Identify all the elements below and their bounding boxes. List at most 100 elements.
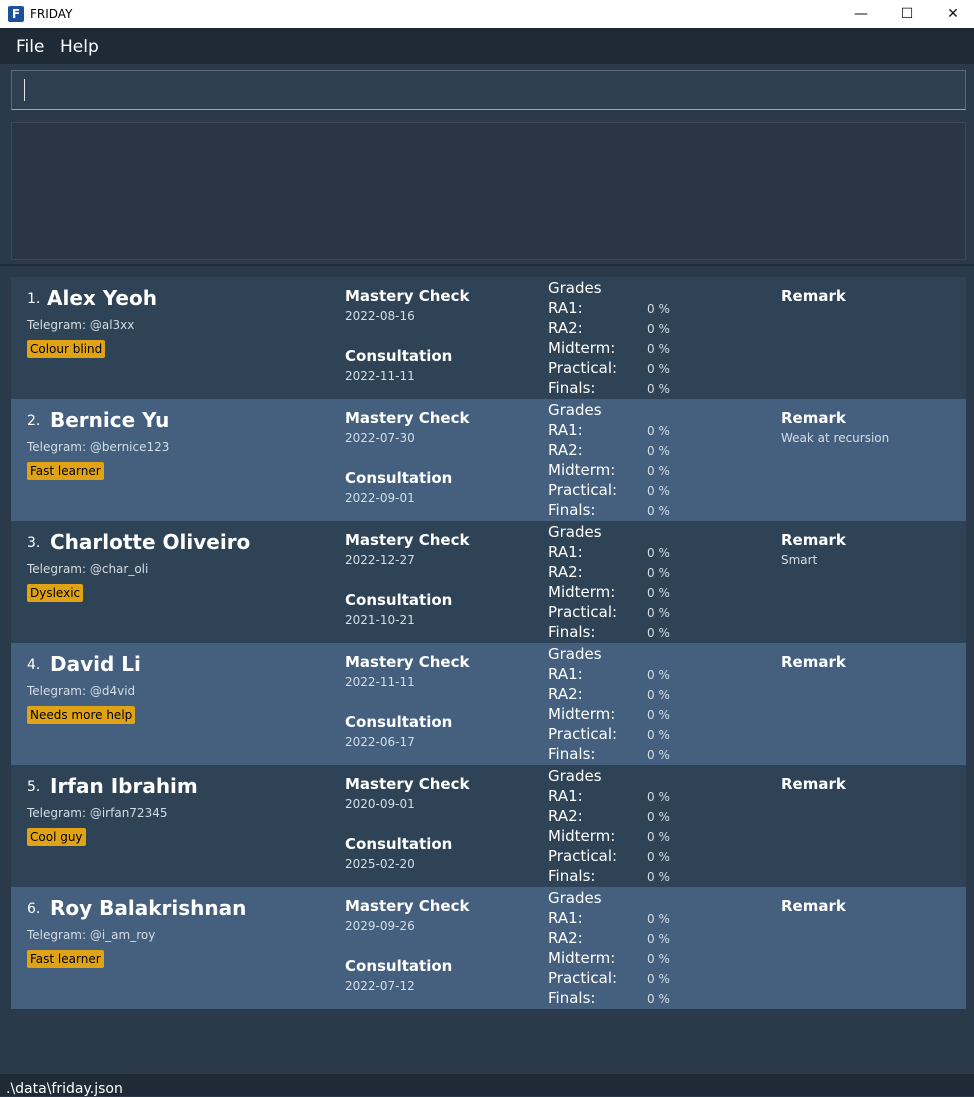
grade-value: 0 %	[647, 626, 670, 640]
maximize-button[interactable]: ☐	[884, 0, 930, 28]
grade-value: 0 %	[647, 728, 670, 742]
telegram-handle: Telegram: @al3xx	[27, 318, 135, 332]
student-tag: Needs more help	[27, 706, 136, 724]
grades-label: Grades	[548, 523, 602, 541]
grades-label: Grades	[548, 645, 602, 663]
student-index: 2.	[27, 413, 41, 429]
grades-label: Grades	[548, 279, 602, 297]
consultation-label: Consultation	[345, 347, 453, 365]
grade-name: Finals:	[548, 379, 596, 397]
student-name: Alex Yeoh	[47, 286, 157, 310]
grade-name: Midterm:	[548, 827, 616, 845]
student-card[interactable]: 1. Alex Yeoh Telegram: @al3xx Colour blind M…	[11, 277, 966, 399]
command-input[interactable]	[11, 70, 966, 110]
grade-name: RA1:	[548, 787, 583, 805]
student-tag: Fast learner	[27, 950, 104, 968]
remark-label: Remark	[781, 531, 846, 549]
mastery-check-label: Mastery Check	[345, 897, 470, 915]
consultation-label: Consultation	[345, 957, 453, 975]
telegram-handle: Telegram: @irfan72345	[27, 806, 168, 820]
grade-name: RA1:	[548, 299, 583, 317]
student-name: Charlotte Oliveiro	[50, 530, 251, 554]
text-cursor	[24, 79, 25, 101]
grade-value: 0 %	[647, 566, 670, 580]
grade-name: Finals:	[548, 623, 596, 641]
window-title: FRIDAY	[30, 7, 73, 21]
minimize-button[interactable]: —	[838, 0, 884, 28]
student-index: 6.	[27, 901, 41, 917]
student-list[interactable]: 1. Alex Yeoh Telegram: @al3xx Colour blind M…	[11, 277, 966, 1009]
grade-value: 0 %	[647, 424, 670, 438]
save-location: .\data\friday.json	[6, 1081, 123, 1097]
grade-name: RA1:	[548, 543, 583, 561]
window-title-bar: F FRIDAY — ☐ ✕	[0, 0, 974, 28]
grade-value: 0 %	[647, 708, 670, 722]
mastery-check-date: 2022-12-27	[345, 553, 415, 567]
student-card[interactable]: 3. Charlotte Oliveiro Telegram: @char_oli D…	[11, 521, 966, 643]
grade-value: 0 %	[647, 810, 670, 824]
mastery-check-date: 2029-09-26	[345, 919, 415, 933]
consultation-date: 2022-11-11	[345, 369, 415, 383]
close-button[interactable]: ✕	[930, 0, 974, 28]
grade-name: Practical:	[548, 725, 618, 743]
grade-name: RA1:	[548, 909, 583, 927]
grade-value: 0 %	[647, 912, 670, 926]
grade-name: Midterm:	[548, 705, 616, 723]
remark-text: Weak at recursion	[781, 431, 890, 445]
grade-value: 0 %	[647, 668, 670, 682]
grade-value: 0 %	[647, 322, 670, 336]
grade-value: 0 %	[647, 484, 670, 498]
grade-name: Practical:	[548, 847, 618, 865]
grade-value: 0 %	[647, 586, 670, 600]
telegram-handle: Telegram: @bernice123	[27, 440, 170, 454]
consultation-date: 2021-10-21	[345, 613, 415, 627]
student-card[interactable]: 4. David Li Telegram: @d4vid Needs more hel…	[11, 643, 966, 765]
consultation-label: Consultation	[345, 469, 453, 487]
grades-label: Grades	[548, 889, 602, 907]
student-card[interactable]: 5. Irfan Ibrahim Telegram: @irfan72345 Cool…	[11, 765, 966, 887]
grade-name: Midterm:	[548, 461, 616, 479]
grade-value: 0 %	[647, 606, 670, 620]
student-tag: Dyslexic	[27, 584, 84, 602]
grade-value: 0 %	[647, 790, 670, 804]
student-card[interactable]: 2. Bernice Yu Telegram: @bernice123 Fast le…	[11, 399, 966, 521]
grade-value: 0 %	[647, 748, 670, 762]
grade-name: Midterm:	[548, 339, 616, 357]
student-card[interactable]: 6. Roy Balakrishnan Telegram: @i_am_roy Fas…	[11, 887, 966, 1009]
app-logo-icon: F	[8, 6, 24, 22]
grade-name: Finals:	[548, 745, 596, 763]
grade-value: 0 %	[647, 992, 670, 1006]
student-name: Roy Balakrishnan	[50, 896, 247, 920]
consultation-label: Consultation	[345, 591, 453, 609]
grade-value: 0 %	[647, 342, 670, 356]
mastery-check-label: Mastery Check	[345, 409, 470, 427]
grade-name: Practical:	[548, 359, 618, 377]
menu-bar: File Help	[0, 28, 974, 64]
mastery-check-label: Mastery Check	[345, 531, 470, 549]
consultation-date: 2022-09-01	[345, 491, 415, 505]
menu-file[interactable]: File	[16, 37, 44, 57]
grade-value: 0 %	[647, 382, 670, 396]
grade-value: 0 %	[647, 972, 670, 986]
mastery-check-label: Mastery Check	[345, 287, 470, 305]
student-index: 3.	[27, 535, 41, 551]
remark-label: Remark	[781, 775, 846, 793]
grades-label: Grades	[548, 767, 602, 785]
grade-value: 0 %	[647, 870, 670, 884]
mastery-check-date: 2022-07-30	[345, 431, 415, 445]
grade-name: RA2:	[548, 807, 583, 825]
student-tag: Colour blind	[27, 340, 106, 358]
grade-value: 0 %	[647, 302, 670, 316]
consultation-label: Consultation	[345, 713, 453, 731]
menu-help[interactable]: Help	[60, 37, 99, 57]
mastery-check-date: 2022-08-16	[345, 309, 415, 323]
grade-value: 0 %	[647, 688, 670, 702]
telegram-handle: Telegram: @i_am_roy	[27, 928, 156, 942]
student-index: 1.	[27, 291, 41, 307]
grade-name: RA2:	[548, 563, 583, 581]
consultation-label: Consultation	[345, 835, 453, 853]
mastery-check-label: Mastery Check	[345, 775, 470, 793]
grade-name: Practical:	[548, 969, 618, 987]
consultation-date: 2022-06-17	[345, 735, 415, 749]
status-bar: .\data\friday.json	[0, 1074, 974, 1097]
